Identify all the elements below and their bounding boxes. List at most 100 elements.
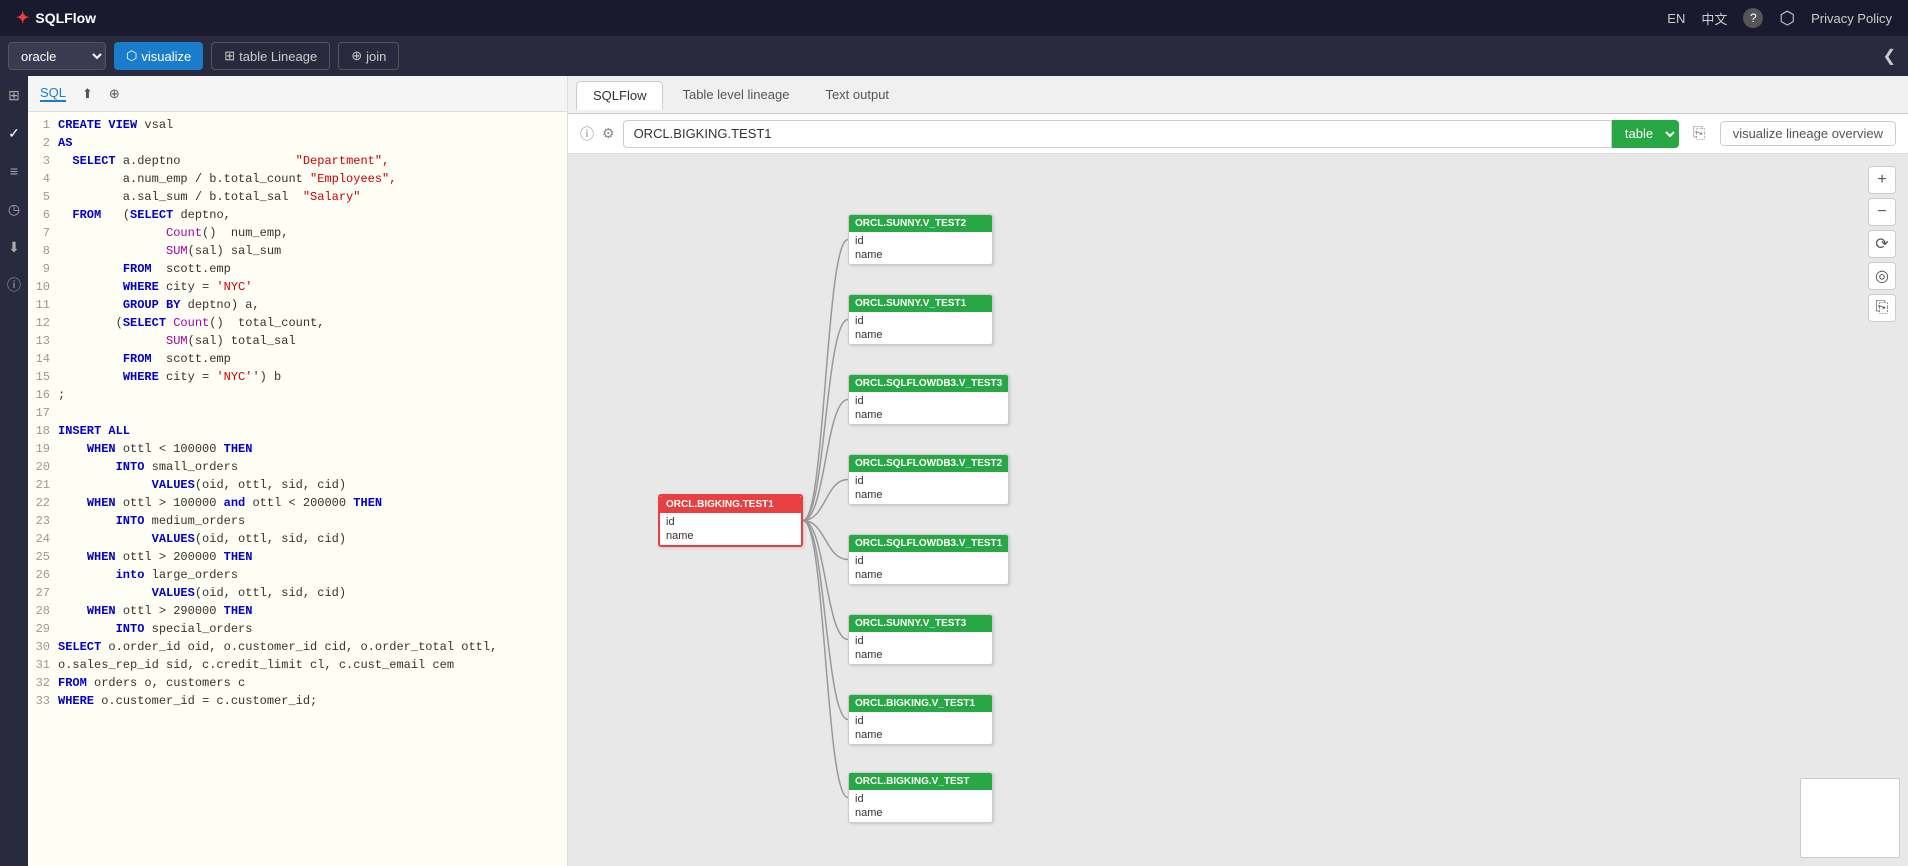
join-button[interactable]: ⊕ join [338, 42, 399, 70]
zoom-minus-button[interactable]: − [1868, 198, 1896, 226]
lang-en[interactable]: EN [1667, 11, 1685, 26]
code-toolbar: SQL ⬆ ⊕ [28, 76, 567, 112]
upload-button[interactable]: ⬆ [82, 86, 93, 102]
node-n4-header: ORCL.SQLFLOWDB3.V_TEST2 [849, 455, 1008, 472]
table-node-n4[interactable]: ORCL.SQLFLOWDB3.V_TEST2 id name [848, 454, 1009, 505]
copy-button[interactable]: ⎘ [1687, 123, 1712, 145]
node-n5-body: id name [849, 552, 1008, 584]
table-lineage-button[interactable]: ⊞ table Lineage [211, 42, 330, 70]
table-input-wrapper: table view [623, 120, 1679, 148]
code-line: 16; [28, 386, 567, 404]
privacy-policy-link[interactable]: Privacy Policy [1811, 11, 1892, 26]
visualize-icon: ⬡ [126, 48, 137, 64]
code-line: 7 Count() num_emp, [28, 224, 567, 242]
database-select[interactable]: oracle mysql postgresql bigquery [8, 42, 106, 70]
tree-icon: ⊕ [109, 86, 120, 102]
central-field-name: name [660, 529, 801, 543]
logo-text: SQLFlow [35, 10, 96, 26]
code-line: 12 (SELECT Count() total_count, [28, 314, 567, 332]
code-line: 2AS [28, 134, 567, 152]
code-line: 19 WHEN ottl < 100000 THEN [28, 440, 567, 458]
sidebar-icon-clock[interactable]: ◷ [3, 198, 25, 220]
sidebar-icon-download[interactable]: ⬇ [3, 236, 25, 258]
visualize-overview-button[interactable]: visualize lineage overview [1720, 121, 1896, 146]
table-node-n3[interactable]: ORCL.SQLFLOWDB3.V_TEST3 id name [848, 374, 1009, 425]
table-type-select[interactable]: table view [1612, 120, 1679, 148]
code-line: 23 INTO medium_orders [28, 512, 567, 530]
toolbar: oracle mysql postgresql bigquery ⬡ visua… [0, 36, 1908, 76]
zoom-controls: + − ⟳ ◎ ⎘ [1868, 166, 1896, 322]
diagram-settings-button[interactable]: ⚙ [602, 125, 615, 142]
node-n3-header: ORCL.SQLFLOWDB3.V_TEST3 [849, 375, 1008, 392]
code-line: 26 into large_orders [28, 566, 567, 584]
central-node-header: ORCL.BIGKING.TEST1 [660, 496, 801, 513]
join-icon: ⊕ [351, 48, 362, 64]
code-line: 28 WHEN ottl > 290000 THEN [28, 602, 567, 620]
code-editor[interactable]: 1CREATE VIEW vsal2AS3 SELECT a.deptno "D… [28, 112, 567, 866]
sidebar-icon-info[interactable]: ⓘ [3, 274, 25, 296]
zoom-plus-button[interactable]: + [1868, 166, 1896, 194]
diagram-toolbar: ⓘ ⚙ table view ⎘ visualize lineage overv… [568, 114, 1908, 154]
help-link[interactable]: ? [1743, 8, 1763, 28]
code-line: 4 a.num_emp / b.total_count "Employees", [28, 170, 567, 188]
zoom-target-button[interactable]: ◎ [1868, 262, 1896, 290]
tab-sqlflow[interactable]: SQLFlow [576, 81, 663, 110]
diagram-area[interactable]: ORCL.BIGKING.TEST1 id name ORCL.SUNNY.V_… [568, 154, 1908, 866]
node-n4-body: id name [849, 472, 1008, 504]
zoom-reset-button[interactable]: ⟳ [1868, 230, 1896, 258]
central-table-node[interactable]: ORCL.BIGKING.TEST1 id name [658, 494, 803, 547]
code-line: 24 VALUES(oid, ottl, sid, cid) [28, 530, 567, 548]
sql-tab-button[interactable]: SQL [40, 85, 66, 102]
code-line: 6 FROM (SELECT deptno, [28, 206, 567, 224]
table-node-n1[interactable]: ORCL.SUNNY.V_TEST2 id name [848, 214, 993, 265]
sidebar-icon-check[interactable]: ✓ [3, 122, 25, 144]
tree-button[interactable]: ⊕ [109, 86, 120, 102]
code-line: 20 INTO small_orders [28, 458, 567, 476]
node-n2-header: ORCL.SUNNY.V_TEST1 [849, 295, 992, 312]
table-node-n2[interactable]: ORCL.SUNNY.V_TEST1 id name [848, 294, 993, 345]
code-line: 31o.sales_rep_id sid, c.credit_limit cl,… [28, 656, 567, 674]
code-line: 18INSERT ALL [28, 422, 567, 440]
node-n7-body: id name [849, 712, 992, 744]
minimap [1800, 778, 1900, 858]
table-node-n5[interactable]: ORCL.SQLFLOWDB3.V_TEST1 id name [848, 534, 1009, 585]
tabs-bar: SQLFlow Table level lineage Text output [568, 76, 1908, 114]
code-line: 14 FROM scott.emp [28, 350, 567, 368]
table-name-input[interactable] [623, 120, 1612, 148]
table-node-n6[interactable]: ORCL.SUNNY.V_TEST3 id name [848, 614, 993, 665]
code-line: 13 SUM(sal) total_sal [28, 332, 567, 350]
code-line: 9 FROM scott.emp [28, 260, 567, 278]
code-line: 1CREATE VIEW vsal [28, 116, 567, 134]
table-lineage-icon: ⊞ [224, 48, 235, 64]
table-node-n7[interactable]: ORCL.BIGKING.V_TEST1 id name [848, 694, 993, 745]
sidebar-icon-layers[interactable]: ≡ [3, 160, 25, 182]
code-line: 32FROM orders o, customers c [28, 674, 567, 692]
table-node-n8[interactable]: ORCL.BIGKING.V_TEST id name [848, 772, 993, 823]
main-content: ⊞ ✓ ≡ ◷ ⬇ ⓘ SQL ⬆ ⊕ 1CREATE VIEW vsal2AS… [0, 76, 1908, 866]
topbar: ✦ SQLFlow EN 中文 ? ⬡ Privacy Policy [0, 0, 1908, 36]
node-n5-header: ORCL.SQLFLOWDB3.V_TEST1 [849, 535, 1008, 552]
code-line: 3 SELECT a.deptno "Department", [28, 152, 567, 170]
zoom-copy-button[interactable]: ⎘ [1868, 294, 1896, 322]
tab-text-output[interactable]: Text output [808, 80, 906, 109]
logo: ✦ SQLFlow [16, 8, 96, 28]
visualize-button[interactable]: ⬡ visualize [114, 42, 203, 70]
logo-icon: ✦ [16, 8, 29, 28]
collapse-button[interactable]: ❮ [1879, 42, 1900, 70]
lang-zh[interactable]: 中文 [1701, 9, 1727, 28]
code-line: 8 SUM(sal) sal_sum [28, 242, 567, 260]
diagram-info-button[interactable]: ⓘ [580, 124, 594, 144]
tab-table-level-lineage[interactable]: Table level lineage [665, 80, 806, 109]
node-n8-header: ORCL.BIGKING.V_TEST [849, 773, 992, 790]
node-n1-body: id name [849, 232, 992, 264]
upload-icon: ⬆ [82, 86, 93, 102]
node-n2-body: id name [849, 312, 992, 344]
code-line: 11 GROUP BY deptno) a, [28, 296, 567, 314]
topbar-right: EN 中文 ? ⬡ Privacy Policy [1667, 8, 1892, 29]
code-panel: SQL ⬆ ⊕ 1CREATE VIEW vsal2AS3 SELECT a.d… [28, 76, 568, 866]
code-line: 21 VALUES(oid, ottl, sid, cid) [28, 476, 567, 494]
github-link[interactable]: ⬡ [1779, 8, 1795, 29]
code-line: 15 WHERE city = 'NYC'') b [28, 368, 567, 386]
node-n3-body: id name [849, 392, 1008, 424]
sidebar-icon-home[interactable]: ⊞ [3, 84, 25, 106]
